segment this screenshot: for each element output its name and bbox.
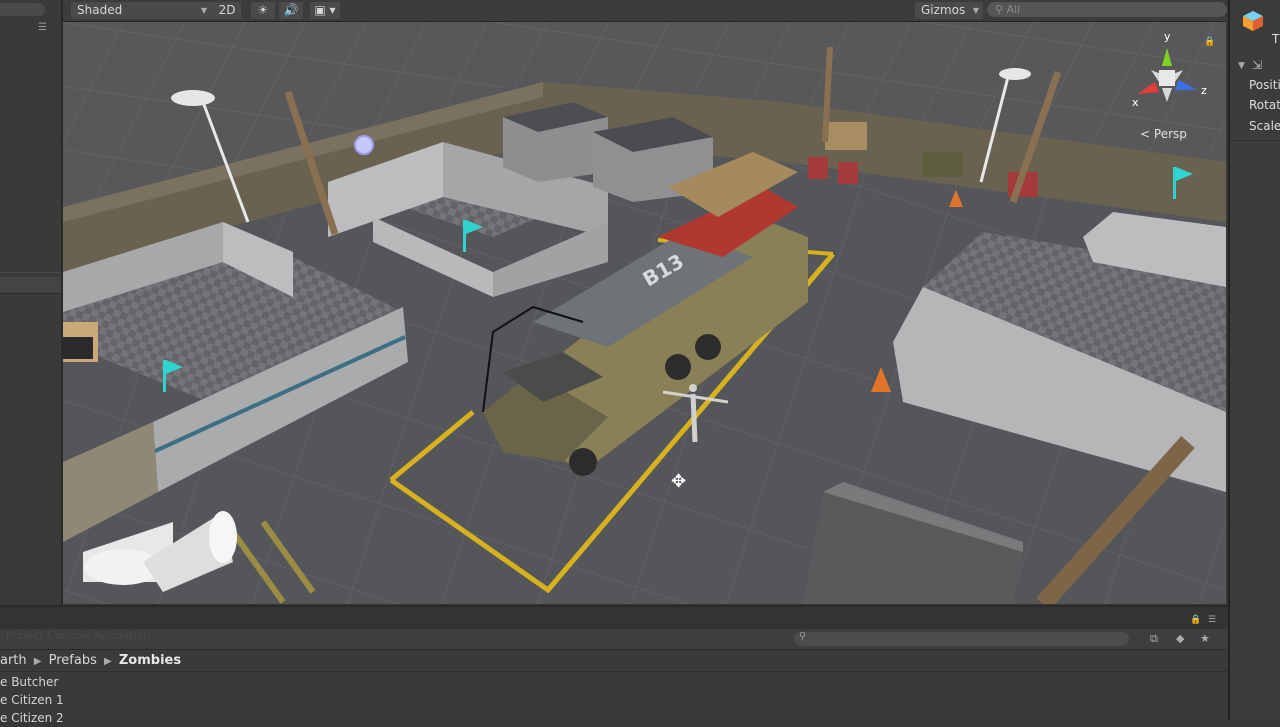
breadcrumb-current[interactable]: Zombies bbox=[119, 653, 181, 668]
breadcrumb-item[interactable]: arth bbox=[0, 653, 27, 668]
hierarchy-search-input[interactable] bbox=[0, 3, 45, 16]
hierarchy-selected-row[interactable] bbox=[0, 277, 61, 294]
scale-field-label: Scale bbox=[1249, 119, 1280, 133]
hierarchy-menu-icon[interactable]: ☰ bbox=[38, 22, 47, 33]
scene-search-input[interactable]: ⚲ All bbox=[987, 2, 1227, 17]
scene-toolbar: Shaded ▼ 2D ☀ 🔊 ▣ ▾ Gizmos ▼ ⚲ All bbox=[63, 0, 1227, 22]
move-cursor-icon: ✥ bbox=[671, 471, 686, 492]
inspector-title: T bbox=[1272, 32, 1280, 46]
scene-render: B13 ✥ y x z 🔒 bbox=[63, 22, 1226, 604]
gizmo-x-label: x bbox=[1132, 96, 1139, 109]
lock-icon[interactable]: 🔒 bbox=[1190, 615, 1201, 625]
light-gizmo-icon bbox=[354, 135, 374, 155]
scene-viewport[interactable]: B13 ✥ y x z 🔒 bbox=[63, 22, 1226, 604]
list-item[interactable]: e Citizen 2 bbox=[0, 709, 1228, 727]
dropdown-arrow-icon: ▼ bbox=[972, 6, 979, 15]
rotation-field-label: Rotat bbox=[1249, 98, 1280, 112]
hierarchy-panel: ☰ bbox=[0, 0, 63, 605]
panel-menu-icon[interactable]: ☰ bbox=[1208, 615, 1216, 625]
gameobject-cube-icon bbox=[1243, 11, 1263, 31]
foldout-arrow-icon[interactable]: ▼ bbox=[1238, 61, 1245, 71]
breadcrumb: arth ▶ Prefabs ▶ Zombies bbox=[0, 651, 1228, 672]
list-item[interactable]: e Butcher bbox=[0, 673, 1228, 691]
file-list: e Butcher e Citizen 1 e Citizen 2 bbox=[0, 673, 1228, 727]
inspector-panel: T ▼ ⇲ Positi Rotat Scale bbox=[1228, 0, 1280, 720]
gizmo-y-label: y bbox=[1164, 30, 1171, 43]
transform-icon: ⇲ bbox=[1252, 58, 1263, 72]
project-tabs: 🔒 ☰ bbox=[0, 607, 1228, 629]
tab-row-ghost: Project Console Animation bbox=[6, 629, 151, 642]
project-search-input[interactable]: ⚲ bbox=[794, 631, 1129, 646]
divider bbox=[1230, 140, 1280, 141]
dropdown-arrow-icon: ▼ bbox=[200, 6, 207, 15]
projection-label: Persp bbox=[1153, 127, 1187, 141]
shading-mode-label: Shaded bbox=[77, 3, 123, 17]
filter-label-icon[interactable]: ◆ bbox=[1176, 632, 1184, 645]
shading-mode-dropdown[interactable]: Shaded ▼ bbox=[71, 2, 213, 19]
project-panel: 🔒 ☰ Project Console Animation ⚲ ⧉ ◆ ★ ar… bbox=[0, 605, 1228, 725]
lock-icon: 🔒 bbox=[1204, 36, 1215, 47]
sun-icon[interactable]: ☀ bbox=[251, 2, 275, 19]
gizmos-label: Gizmos bbox=[921, 3, 966, 17]
breadcrumb-item[interactable]: Prefabs bbox=[49, 653, 97, 668]
breadcrumb-separator-icon: ▶ bbox=[33, 656, 42, 667]
speaker-icon[interactable]: 🔊 bbox=[279, 2, 303, 19]
list-item[interactable]: e Citizen 1 bbox=[0, 691, 1228, 709]
gizmo-z-label: z bbox=[1201, 84, 1207, 97]
projection-toggle[interactable]: < Persp bbox=[1140, 127, 1187, 141]
2d-toggle-button[interactable]: 2D bbox=[213, 2, 241, 19]
search-icon: ⚲ bbox=[799, 631, 807, 642]
image-icon[interactable]: ▣ ▾ bbox=[310, 2, 340, 19]
position-field-label: Positi bbox=[1249, 78, 1280, 92]
scene-search-placeholder: All bbox=[1006, 3, 1021, 16]
breadcrumb-separator-icon: ▶ bbox=[104, 656, 112, 667]
chevron-left-icon: < bbox=[1140, 127, 1151, 141]
search-icon: ⚲ bbox=[995, 3, 1004, 16]
filter-type-icon[interactable]: ⧉ bbox=[1150, 632, 1158, 646]
divider bbox=[0, 272, 61, 273]
favorite-star-icon[interactable]: ★ bbox=[1200, 632, 1210, 645]
gizmos-dropdown[interactable]: Gizmos ▼ bbox=[915, 2, 983, 19]
